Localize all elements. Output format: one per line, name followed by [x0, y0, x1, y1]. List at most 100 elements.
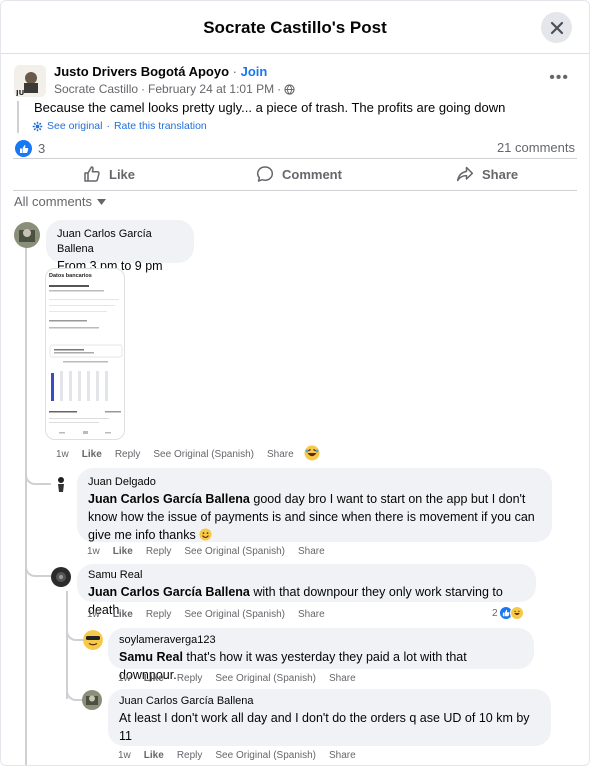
avatar[interactable]: [52, 475, 70, 493]
comment-reply-button[interactable]: Reply: [177, 673, 203, 684]
share-button[interactable]: Share: [456, 159, 518, 189]
comment-icon: [256, 166, 274, 182]
more-options-button[interactable]: •••: [549, 69, 569, 87]
svg-text:JU: JU: [15, 89, 25, 97]
like-reaction-icon: [15, 140, 32, 157]
dialog-title: Socrate Castillo's Post: [203, 18, 387, 37]
comment-author[interactable]: Juan Delgado: [88, 475, 541, 490]
comment-reply-button[interactable]: Reply: [115, 449, 141, 460]
comment-time[interactable]: 1w: [87, 609, 100, 620]
comment-time[interactable]: 1w: [118, 750, 131, 761]
see-original-button[interactable]: See Original (Spanish): [215, 750, 316, 761]
image-title: Datos bancarios: [49, 273, 92, 279]
post-date[interactable]: February 24 at 1:01 PM: [148, 82, 274, 96]
comment-author[interactable]: Samu Real: [88, 568, 525, 583]
share-icon: [456, 166, 474, 182]
like-icon: [84, 166, 100, 182]
translation-quote-bar: [17, 101, 19, 133]
post-group-line: Justo Drivers Bogotá Apoyo · Join: [54, 64, 268, 79]
comment-like-button[interactable]: Like: [113, 546, 133, 557]
post-text: Because the camel looks pretty ugly... a…: [34, 100, 506, 115]
laugh-emoji-icon[interactable]: [304, 445, 320, 461]
avatar[interactable]: [14, 222, 40, 248]
comment-share-button[interactable]: Share: [298, 609, 325, 620]
comment-author[interactable]: Juan Carlos García Ballena: [119, 694, 540, 709]
gear-icon: [32, 121, 43, 131]
comment-like-button[interactable]: Like: [144, 673, 164, 684]
avatar[interactable]: [82, 690, 102, 710]
rate-translation-link[interactable]: Rate this translation: [114, 120, 207, 132]
thread-connector: [25, 449, 51, 485]
comment-like-button[interactable]: Like: [144, 750, 164, 761]
comment-bubble: Juan Delgado Juan Carlos García Ballena …: [77, 468, 552, 542]
group-name[interactable]: Justo Drivers Bogotá Apoyo: [54, 64, 229, 79]
close-icon: [550, 21, 563, 34]
avatar[interactable]: [51, 567, 71, 587]
group-avatar[interactable]: JU: [14, 65, 46, 97]
comment-filter-dropdown[interactable]: All comments: [14, 194, 107, 209]
avatar[interactable]: [83, 630, 103, 650]
see-original-button[interactable]: See Original (Spanish): [184, 609, 285, 620]
dialog-header: Socrate Castillo's Post: [1, 1, 589, 54]
comment-time[interactable]: 1w: [56, 449, 69, 460]
mention-tag[interactable]: Juan Carlos García Ballena: [88, 492, 250, 506]
divider: [13, 190, 577, 191]
see-original-button[interactable]: See Original (Spanish): [215, 673, 316, 684]
mention-tag[interactable]: Juan Carlos García Ballena: [88, 585, 250, 599]
comment-time[interactable]: 1w: [87, 546, 100, 557]
comment-like-button[interactable]: Like: [113, 609, 133, 620]
reaction-count: 3: [38, 141, 46, 156]
comment-reply-button[interactable]: Reply: [146, 609, 172, 620]
comment-reply-button[interactable]: Reply: [146, 546, 172, 557]
comment-time[interactable]: 1w: [118, 673, 131, 684]
chevron-down-icon: [97, 198, 107, 205]
comment-actions: 1w Like Reply See Original (Spanish) Sha…: [118, 750, 356, 761]
comment-share-button[interactable]: Share: [329, 673, 356, 684]
comment-text: At least I don't work all day and I don'…: [119, 711, 530, 743]
like-button-label: Like: [109, 166, 136, 182]
smile-emoji-icon: [199, 528, 212, 541]
share-button-label: Share: [482, 166, 519, 182]
comment-text: Juan Carlos García Ballena good day bro …: [88, 492, 535, 542]
comment-button[interactable]: Comment: [256, 159, 342, 189]
post-dialog: Socrate Castillo's Post JU Justo Drivers…: [0, 0, 590, 766]
comment-bubble: Juan Carlos García Ballena From 3 pm to …: [46, 220, 194, 273]
comment-share-button[interactable]: Share: [329, 750, 356, 761]
see-original-button[interactable]: See Original (Spanish): [184, 546, 285, 557]
comment-button-label: Comment: [282, 166, 342, 182]
see-original-button[interactable]: See Original (Spanish): [153, 449, 254, 460]
comment-author[interactable]: soylameraverga123: [119, 633, 523, 648]
like-button[interactable]: Like: [83, 159, 135, 189]
comment-count[interactable]: 21 comments: [497, 140, 575, 155]
comment-bubble: soylameraverga123 Samu Real that's how i…: [108, 628, 534, 682]
comment-bubble: Juan Carlos García Ballena At least I do…: [108, 689, 551, 746]
comment-reply-button[interactable]: Reply: [177, 750, 203, 761]
comment-actions: 1w Like Reply See Original (Spanish) Sha…: [118, 673, 356, 684]
image-bar-chart: [51, 369, 121, 401]
reaction-summary[interactable]: 3: [15, 140, 45, 157]
comment-reactions[interactable]: 2: [492, 606, 524, 620]
comment-bubble: Samu Real Juan Carlos García Ballena wit…: [77, 564, 536, 617]
thread-line: [25, 247, 27, 765]
comment-filter-label: All comments: [14, 194, 93, 209]
comment-author[interactable]: Juan Carlos García Ballena: [57, 227, 183, 257]
image-content: [49, 285, 123, 363]
comment-actions: 1w Like Reply See Original (Spanish) Sha…: [87, 546, 325, 557]
scrollbar[interactable]: [586, 54, 589, 765]
globe-icon: [284, 83, 295, 95]
comment-actions: 1w Like Reply See Original (Spanish) Sha…: [87, 609, 325, 620]
comment-reaction-count: 2: [492, 607, 498, 619]
comment-share-button[interactable]: Share: [298, 546, 325, 557]
laugh-reaction-icon: [509, 606, 524, 620]
join-link[interactable]: Join: [241, 64, 268, 79]
comment-like-button[interactable]: Like: [82, 449, 102, 460]
see-original-link[interactable]: See original: [47, 120, 102, 132]
close-button[interactable]: [541, 12, 572, 43]
post-author[interactable]: Socrate Castillo: [54, 82, 138, 96]
comment-image[interactable]: Datos bancarios: [45, 268, 125, 440]
post-meta: Socrate Castillo · February 24 at 1:01 P…: [54, 82, 295, 96]
comment-share-button[interactable]: Share: [267, 449, 294, 460]
comment-actions: 1w Like Reply See Original (Spanish) Sha…: [56, 449, 294, 460]
mention-tag[interactable]: Samu Real: [119, 650, 183, 664]
translation-row: See original · Rate this translation: [32, 120, 207, 132]
